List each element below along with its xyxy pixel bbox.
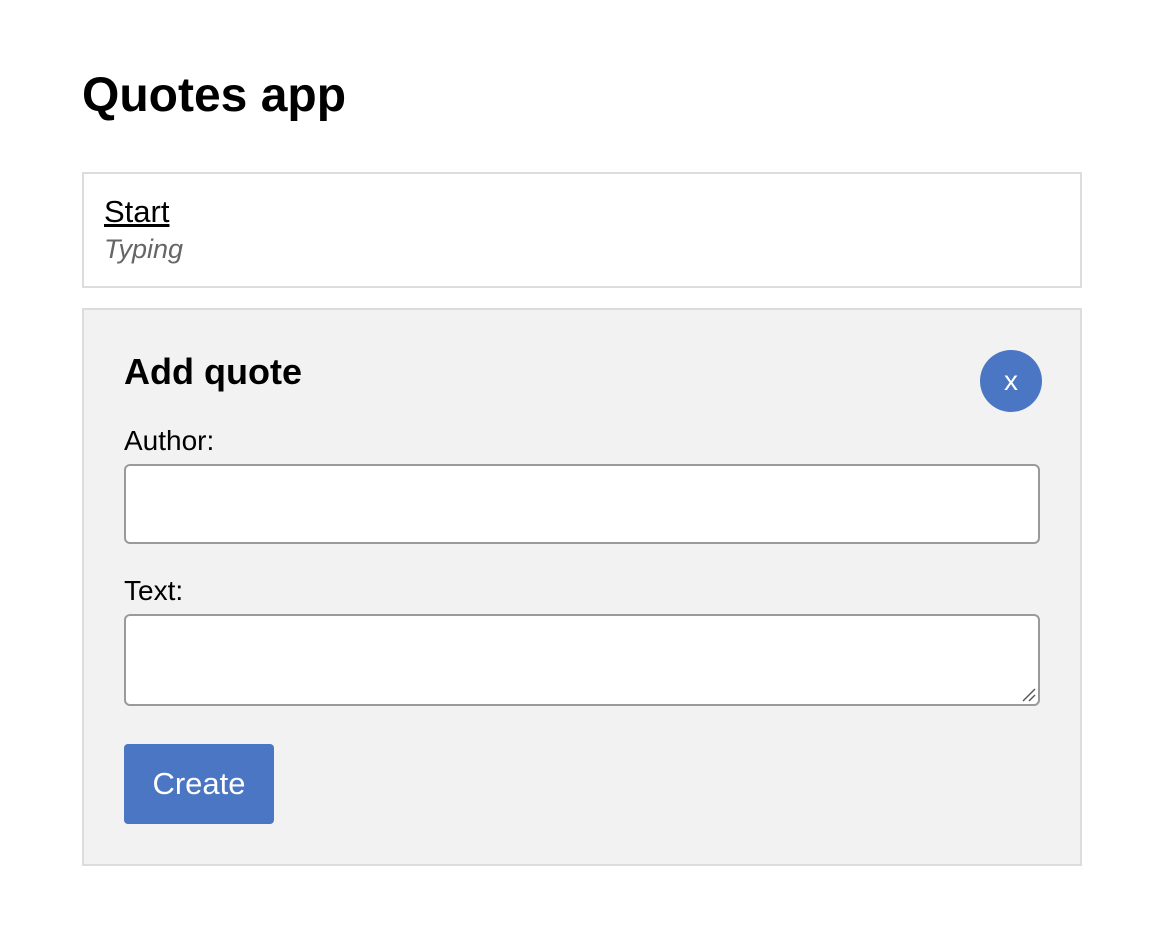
- quote-text-input[interactable]: [124, 614, 1040, 706]
- page-title: Quotes app: [82, 69, 347, 122]
- navigation-box: Start Typing: [82, 172, 1082, 288]
- create-button[interactable]: Create: [124, 744, 274, 824]
- author-label: Author:: [124, 425, 215, 456]
- close-form-button[interactable]: x: [980, 350, 1042, 412]
- author-input[interactable]: [124, 464, 1040, 544]
- resize-grip-icon[interactable]: [1020, 686, 1036, 702]
- form-heading: Add quote: [124, 351, 302, 392]
- typing-status: Typing: [104, 234, 184, 264]
- quotes-app-page: Quotes app Start Typing Add quote x Auth…: [0, 0, 1168, 950]
- start-link[interactable]: Start: [104, 194, 169, 230]
- text-label: Text:: [124, 575, 184, 606]
- add-quote-form: Add quote x Author: Text: Create: [82, 308, 1082, 866]
